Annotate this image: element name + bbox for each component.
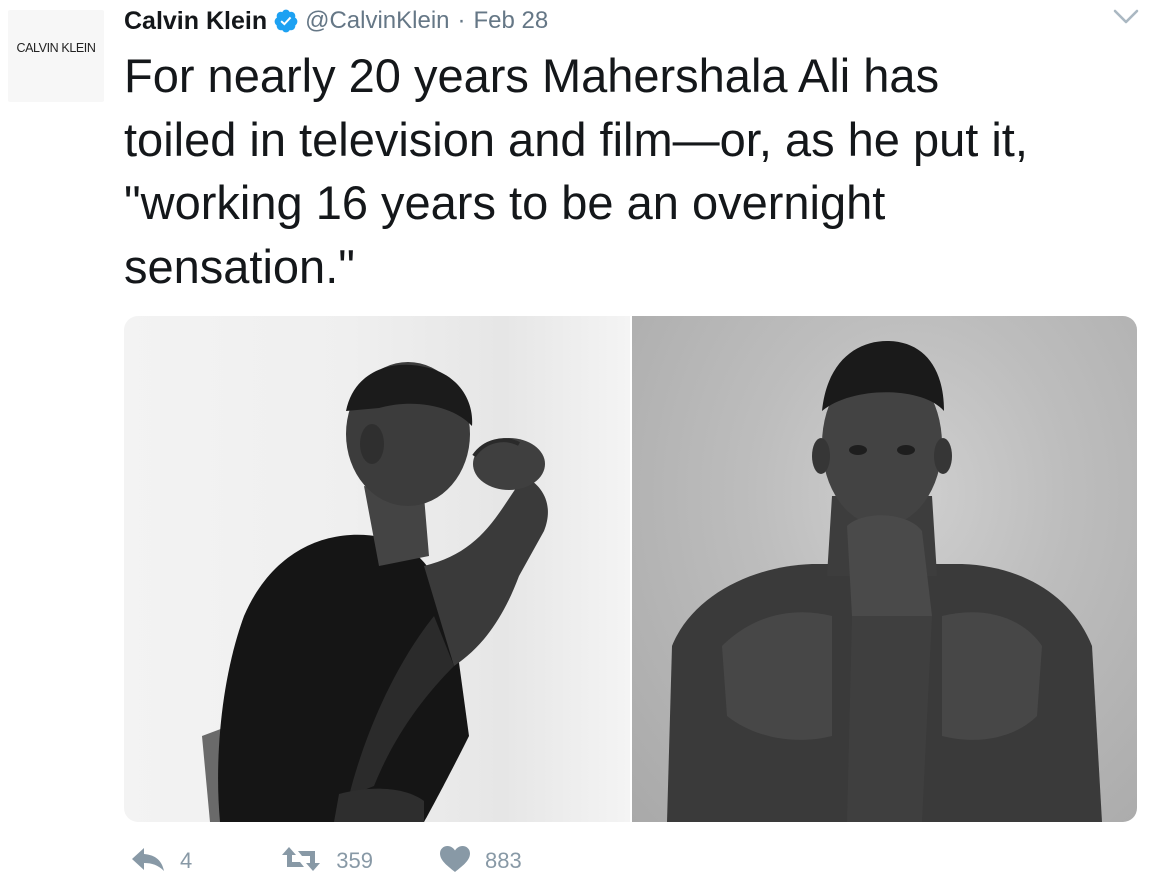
- retweet-count: 359: [336, 848, 373, 873]
- reply-button[interactable]: 4: [130, 846, 192, 877]
- tweet-actions: 4 359 883: [124, 842, 522, 880]
- like-button[interactable]: 883: [439, 845, 522, 878]
- display-name[interactable]: Calvin Klein: [124, 7, 267, 36]
- tweet-text: For nearly 20 years Mahershala Ali has t…: [124, 49, 1028, 293]
- photo-man-shirtless-portrait-icon: [667, 341, 1102, 822]
- media-grid: [124, 316, 1137, 822]
- reply-icon: [130, 846, 166, 877]
- tweet-date[interactable]: Feb 28: [474, 7, 549, 35]
- avatar[interactable]: CALVIN KLEIN: [8, 10, 104, 102]
- heart-icon: [439, 845, 471, 878]
- retweet-icon: [280, 845, 322, 878]
- tweet-card: CALVIN KLEIN Calvin Klein @CalvinKlein ·…: [0, 0, 1169, 877]
- like-count: 883: [484, 848, 522, 873]
- retweet-button[interactable]: 359: [280, 845, 373, 878]
- chevron-down-icon[interactable]: [1113, 8, 1139, 26]
- photo-man-in-tshirt-profile-icon: [202, 362, 548, 822]
- separator-dot: ·: [457, 7, 466, 34]
- avatar-logo-text: CALVIN KLEIN: [16, 41, 96, 55]
- photo-right[interactable]: [632, 316, 1137, 822]
- user-handle[interactable]: @CalvinKlein: [305, 7, 449, 35]
- reply-count: 4: [180, 848, 193, 873]
- verified-badge-icon: [273, 8, 299, 34]
- tweet-header: Calvin Klein @CalvinKlein · Feb 28: [124, 4, 548, 38]
- photo-left[interactable]: [124, 316, 630, 822]
